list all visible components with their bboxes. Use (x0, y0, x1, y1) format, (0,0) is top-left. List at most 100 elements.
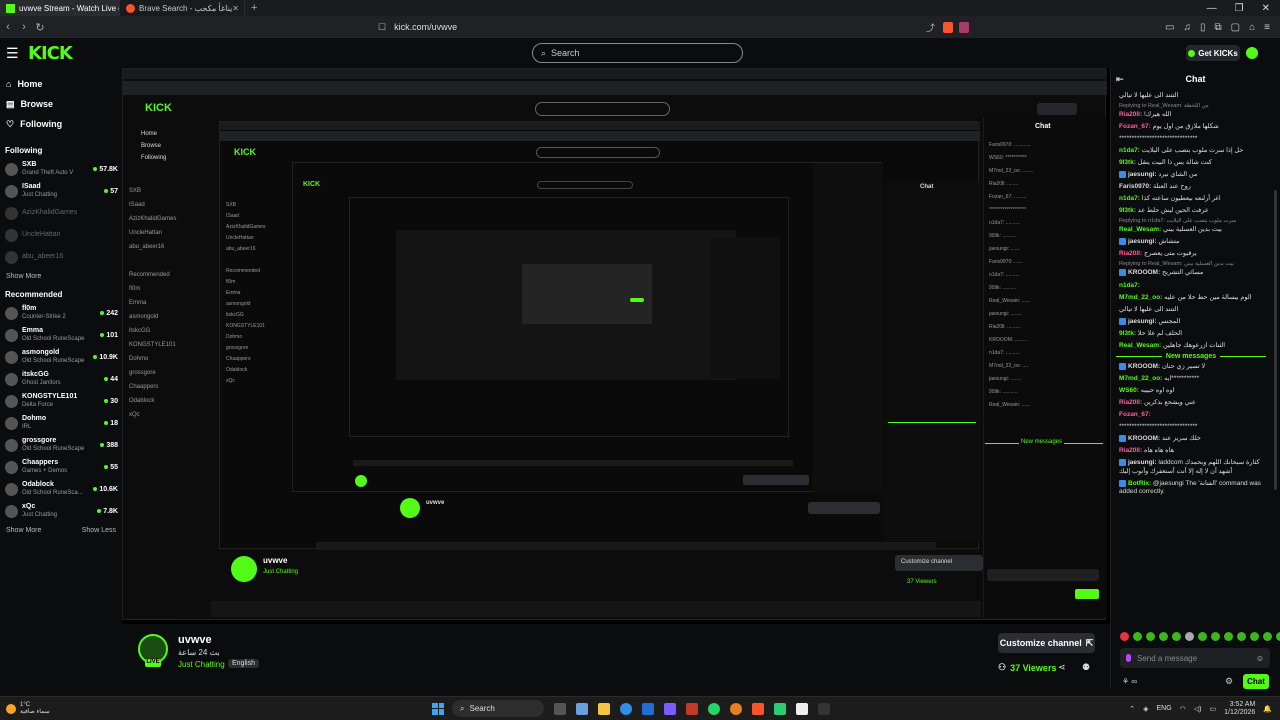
sidebar-toggle-icon[interactable]: ▭ (1165, 22, 1174, 33)
sidebar-channel[interactable]: Dohmo IRL 18 (0, 412, 122, 434)
follow-user-icon[interactable]: ⚉ (1082, 662, 1090, 673)
recommended-show-more[interactable]: Show More (6, 527, 41, 534)
emote-icon[interactable] (1185, 632, 1194, 641)
emote-icon[interactable] (1120, 632, 1129, 641)
media-app-icon[interactable] (686, 702, 698, 715)
maximize-button[interactable]: ❐ (1235, 3, 1244, 14)
emoji-picker-icon[interactable]: ☺ (1256, 654, 1264, 663)
customize-channel-button[interactable]: Customize channel ⇱ (998, 633, 1095, 653)
chat-settings-icon[interactable]: ⚙ (1225, 676, 1233, 687)
sidebar-channel[interactable]: Odablock Old School RuneSca... 10.6K (0, 478, 122, 500)
emote-icon[interactable] (1211, 632, 1220, 641)
chat-username[interactable]: Fozan_67: (1119, 411, 1151, 418)
emote-icon[interactable] (1263, 632, 1272, 641)
chat-send-button[interactable]: Chat (1243, 674, 1269, 689)
emote-icon[interactable] (1224, 632, 1233, 641)
emote-icon[interactable] (1198, 632, 1207, 641)
tray-overflow-icon[interactable]: ⌃ (1129, 705, 1135, 713)
nav-following[interactable]: ♡ Following (0, 114, 122, 134)
chat-username[interactable]: M7md_22_oo: (1119, 375, 1162, 382)
chat-username[interactable]: Ria20ll: (1119, 399, 1142, 406)
emote-icon[interactable] (1159, 632, 1168, 641)
chat-username[interactable]: KROOOM: (1128, 435, 1160, 442)
menu-icon[interactable]: ≡ (1264, 22, 1270, 33)
emote-icon[interactable] (1133, 632, 1142, 641)
brave-shields-icon[interactable] (943, 21, 954, 33)
chat-username[interactable]: jaesungi: (1128, 171, 1157, 178)
sidebar-channel[interactable]: ISaad Just Chatting 57 (0, 180, 122, 202)
reload-icon[interactable]: ↻ (32, 21, 48, 34)
sidebar-channel-offline[interactable]: AzizKhalidGames (0, 202, 122, 224)
new-tab-button[interactable]: + (245, 2, 263, 14)
discord-icon[interactable] (664, 702, 676, 715)
copilot-icon[interactable] (576, 702, 588, 715)
get-kicks-button[interactable]: Get KICKs (1186, 45, 1240, 61)
video-player[interactable]: KICK Home Browse Following SXB ISaad AzizKha… (122, 68, 1110, 624)
chat-input[interactable]: Send a message ☺ (1120, 648, 1270, 668)
wifi-icon[interactable]: ◠ (1180, 705, 1186, 713)
url-field[interactable]: ☐ kick.com/uvwve (378, 19, 918, 35)
app-icon[interactable] (774, 702, 786, 715)
chat-username[interactable]: Ria20ll: (1119, 250, 1142, 257)
chat-username[interactable]: Fozan_67: (1119, 123, 1151, 130)
sidebar-channel[interactable]: KONGSTYLE101 Delta Force 30 (0, 390, 122, 412)
chat-mic-icon[interactable] (1126, 654, 1131, 662)
sidebar-channel[interactable]: SXB Grand Theft Auto V 57.8K (0, 158, 122, 180)
vpn-icon[interactable]: ⌂ (1249, 22, 1255, 33)
reading-list-icon[interactable]: ▯ (1200, 22, 1206, 33)
taskbar-search[interactable]: ⌕ Search (452, 700, 544, 717)
sidebar-channel[interactable]: Emma Old School RuneScape 101 (0, 324, 122, 346)
recommended-show-less[interactable]: Show Less (82, 527, 116, 534)
chat-username[interactable]: Real_Wesam: (1119, 342, 1161, 349)
share-icon[interactable]: ⋖ (1058, 662, 1066, 673)
chat-username[interactable]: BotRix: (1128, 480, 1151, 487)
tray-app-icon[interactable]: ◈ (1143, 705, 1148, 713)
chat-username[interactable]: M7md_22_oo: (1119, 294, 1162, 301)
chat-username[interactable]: jaesungi: (1128, 238, 1157, 245)
browser-tab-active[interactable]: uvwve Stream - Watch Live on K ✕ (0, 0, 120, 16)
chat-username[interactable]: Real_Wesam: (1119, 226, 1161, 233)
emote-icon[interactable] (1237, 632, 1246, 641)
new-messages-divider[interactable]: New messages (1111, 352, 1271, 361)
close-tab-icon[interactable]: ✕ (232, 4, 239, 13)
nav-browse[interactable]: ▤ Browse (0, 94, 122, 114)
windows-start-icon[interactable] (432, 702, 444, 715)
emote-icon[interactable] (1250, 632, 1259, 641)
browser-tab[interactable]: Brave Search - يناغأ مكحب ✕ (120, 0, 245, 16)
emote-icon[interactable] (1276, 632, 1280, 641)
collapse-chat-icon[interactable]: ⇤ (1116, 74, 1124, 85)
following-show-more[interactable]: Show More (6, 273, 41, 280)
notepad-icon[interactable] (796, 702, 808, 715)
outlook-icon[interactable] (642, 702, 654, 715)
chat-username[interactable]: Faris0970: (1119, 183, 1151, 190)
back-icon[interactable]: ‹ (0, 21, 16, 33)
chat-username[interactable]: Ria20ll: (1119, 111, 1142, 118)
share-page-icon[interactable]: ⤴ (926, 21, 935, 34)
volume-icon[interactable]: ◁) (1194, 705, 1202, 713)
sidebar-channel-offline[interactable]: UncleHattan (0, 224, 122, 246)
stream-category[interactable]: Just Chatting (178, 660, 225, 669)
chat-username[interactable]: WS60: (1119, 387, 1139, 394)
search-input[interactable]: ⌕ Search (532, 43, 743, 63)
chat-username[interactable]: 9l3tk: (1119, 330, 1136, 337)
chat-username[interactable]: Ria20ll: (1119, 447, 1142, 454)
stream-language-tag[interactable]: English (228, 659, 259, 668)
weather-widget[interactable]: 1°C سماء صافية (0, 702, 120, 716)
close-window-button[interactable]: ✕ (1262, 3, 1270, 14)
sidebar-channel[interactable]: fl0m Counter-Strike 2 242 (0, 302, 122, 324)
file-explorer-icon[interactable] (598, 702, 610, 715)
edge-icon[interactable] (620, 702, 632, 715)
hamburger-menu-icon[interactable]: ☰ (6, 45, 28, 62)
wallet-icon[interactable]: ▢ (1231, 22, 1240, 33)
extensions-icon[interactable]: ⧉ (1215, 22, 1222, 33)
emote-icon[interactable] (1172, 632, 1181, 641)
streamer-name[interactable]: uvwve (178, 634, 212, 646)
media-icon[interactable]: ♫ (1184, 22, 1192, 33)
nav-home[interactable]: ⌂ Home (0, 74, 122, 94)
brave-icon[interactable] (752, 702, 764, 715)
sidebar-channel[interactable]: Chaappers Games + Demos 55 (0, 456, 122, 478)
sidebar-channel[interactable]: grossgore Old School RuneScape 388 (0, 434, 122, 456)
chat-username[interactable]: 9l3tk: (1119, 207, 1136, 214)
kick-logo[interactable]: KICK (28, 43, 73, 64)
task-view-icon[interactable] (554, 702, 566, 715)
